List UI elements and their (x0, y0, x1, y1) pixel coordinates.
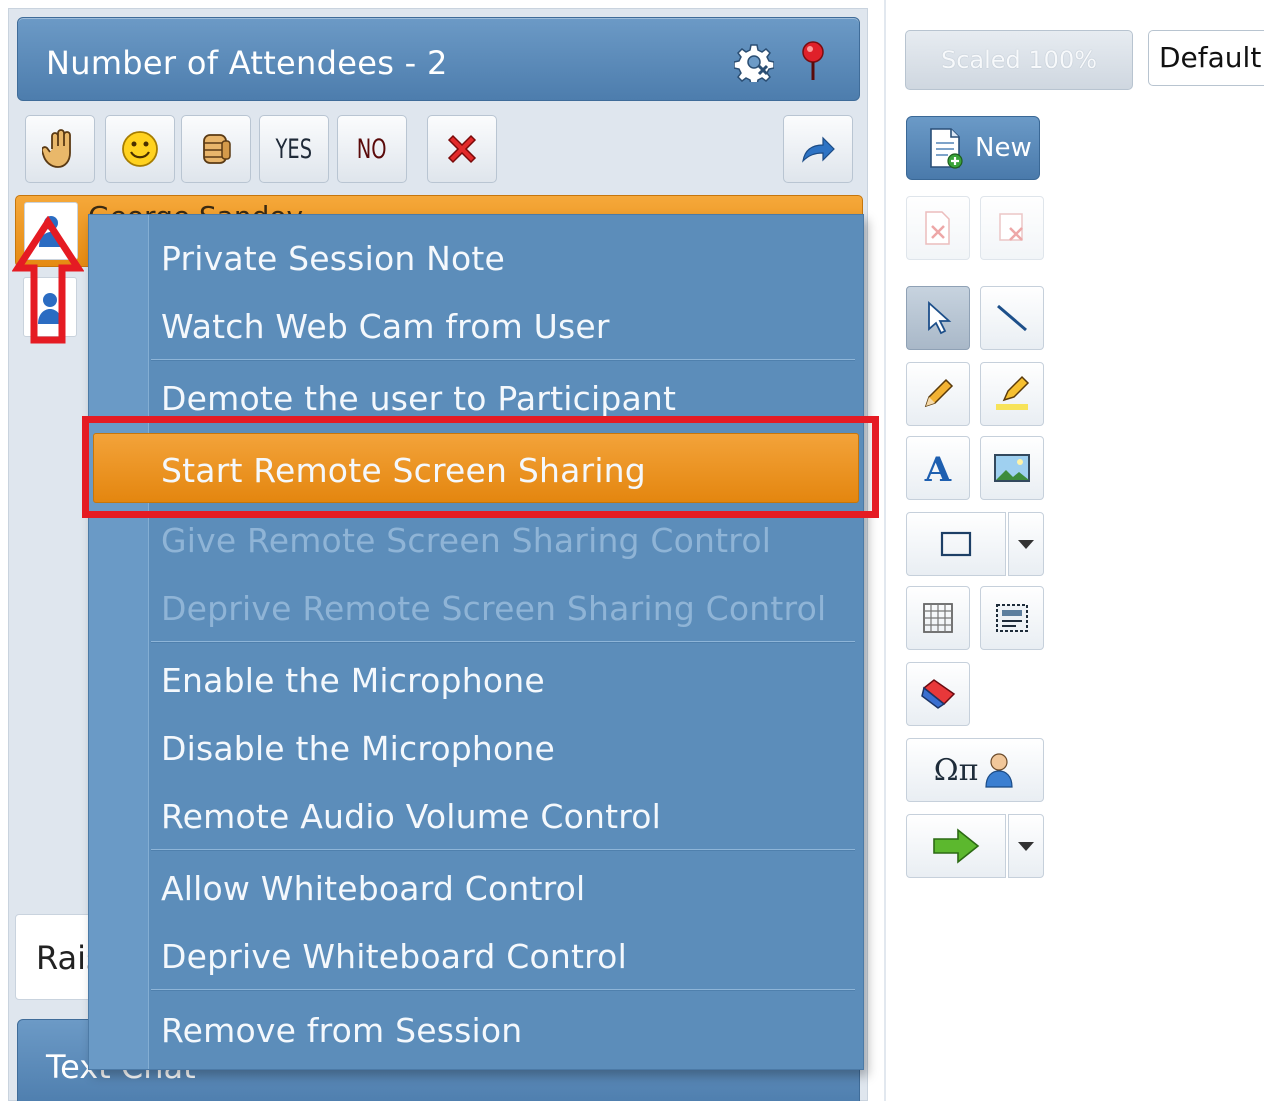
yes-label: YES (275, 133, 313, 165)
clap-hands-icon (203, 134, 231, 164)
new-page-button[interactable]: New (906, 116, 1040, 180)
menu-item-remote-audio-volume[interactable]: Remote Audio Volume Control (161, 797, 661, 836)
symbols-tool-button[interactable]: Ωπ (906, 738, 1044, 802)
annotation-up-arrow-icon (12, 216, 84, 344)
shape-dropdown-button[interactable] (1008, 512, 1044, 576)
clear-page-button[interactable] (980, 196, 1044, 260)
user-blue-icon (985, 753, 1013, 788)
pencil-tool-button[interactable] (906, 362, 970, 426)
menu-item-give-remote-control: Give Remote Screen Sharing Control (161, 521, 772, 560)
rectangle-icon (940, 531, 972, 557)
line-icon (997, 304, 1027, 332)
attendees-title: Number of Attendees - 2 (46, 44, 448, 82)
yes-button[interactable]: YES (259, 115, 329, 183)
smiley-icon (122, 131, 158, 167)
image-tool-button[interactable] (980, 436, 1044, 500)
menu-gutter (89, 215, 149, 1069)
curved-arrow-icon (802, 136, 835, 163)
layout-select[interactable]: Default (1148, 30, 1264, 86)
hand-icon (42, 129, 71, 168)
menu-item-demote-user[interactable]: Demote the user to Participant (161, 379, 676, 418)
rectangle-tool-button[interactable] (906, 512, 1006, 576)
menu-separator (151, 641, 855, 643)
zoom-scale-button[interactable]: Scaled 100% (905, 30, 1133, 90)
menu-item-deprive-whiteboard-control[interactable]: Deprive Whiteboard Control (161, 937, 627, 976)
menu-separator (151, 849, 855, 851)
screen-capture-icon (996, 604, 1028, 632)
text-tool-button[interactable]: A (906, 436, 970, 500)
annotation-highlight-box (82, 416, 879, 518)
clear-status-button[interactable] (427, 115, 497, 183)
applause-button[interactable] (181, 115, 251, 183)
highlighter-tool-button[interactable] (980, 362, 1044, 426)
menu-item-disable-microphone[interactable]: Disable the Microphone (161, 729, 555, 768)
symbols-label: Ωπ (933, 752, 979, 788)
line-tool-button[interactable] (980, 286, 1044, 350)
pin-icon[interactable] (798, 40, 828, 82)
grid-icon (923, 603, 953, 633)
menu-item-deprive-remote-control: Deprive Remote Screen Sharing Control (161, 589, 827, 628)
text-a-icon: A (924, 450, 952, 486)
raise-hand-button[interactable] (25, 115, 95, 183)
user-context-menu: Private Session Note Watch Web Cam from … (88, 214, 864, 1070)
screenshot-tool-button[interactable] (980, 586, 1044, 650)
panel-divider (884, 0, 886, 1101)
clear-page-icon (999, 213, 1023, 241)
pencil-icon (924, 378, 954, 408)
no-label: NO (357, 133, 387, 165)
attendees-header: Number of Attendees - 2 (17, 17, 860, 101)
chevron-down-icon (1018, 841, 1034, 851)
new-page-label: New (975, 133, 1032, 163)
cursor-arrow-icon (928, 300, 952, 335)
menu-item-private-session-note[interactable]: Private Session Note (161, 239, 505, 278)
menu-separator (151, 359, 855, 361)
chevron-down-icon (1018, 539, 1034, 549)
red-x-icon (447, 134, 477, 164)
next-action-dropdown-button[interactable] (1008, 814, 1044, 878)
eraser-icon (921, 679, 956, 709)
highlighter-icon (996, 375, 1030, 410)
grid-tool-button[interactable] (906, 586, 970, 650)
share-arrow-button[interactable] (783, 115, 853, 183)
smile-button[interactable] (105, 115, 175, 183)
menu-item-remove-from-session[interactable]: Remove from Session (161, 1011, 522, 1050)
new-document-icon (930, 128, 963, 169)
menu-item-allow-whiteboard-control[interactable]: Allow Whiteboard Control (161, 869, 585, 908)
eraser-tool-button[interactable] (906, 662, 970, 726)
svg-text:A: A (924, 450, 952, 486)
attendee-toolbar: YES NO (17, 109, 860, 191)
delete-page-icon (925, 211, 950, 245)
pointer-tool-button[interactable] (906, 286, 970, 350)
menu-item-enable-microphone[interactable]: Enable the Microphone (161, 661, 545, 700)
delete-page-button[interactable] (906, 196, 970, 260)
settings-gear-icon[interactable] (734, 42, 774, 82)
no-button[interactable]: NO (337, 115, 407, 183)
green-arrow-icon (933, 828, 980, 864)
menu-item-watch-web-cam[interactable]: Watch Web Cam from User (161, 307, 610, 346)
menu-separator (151, 989, 855, 991)
next-action-button[interactable] (906, 814, 1006, 878)
image-icon (994, 454, 1030, 482)
